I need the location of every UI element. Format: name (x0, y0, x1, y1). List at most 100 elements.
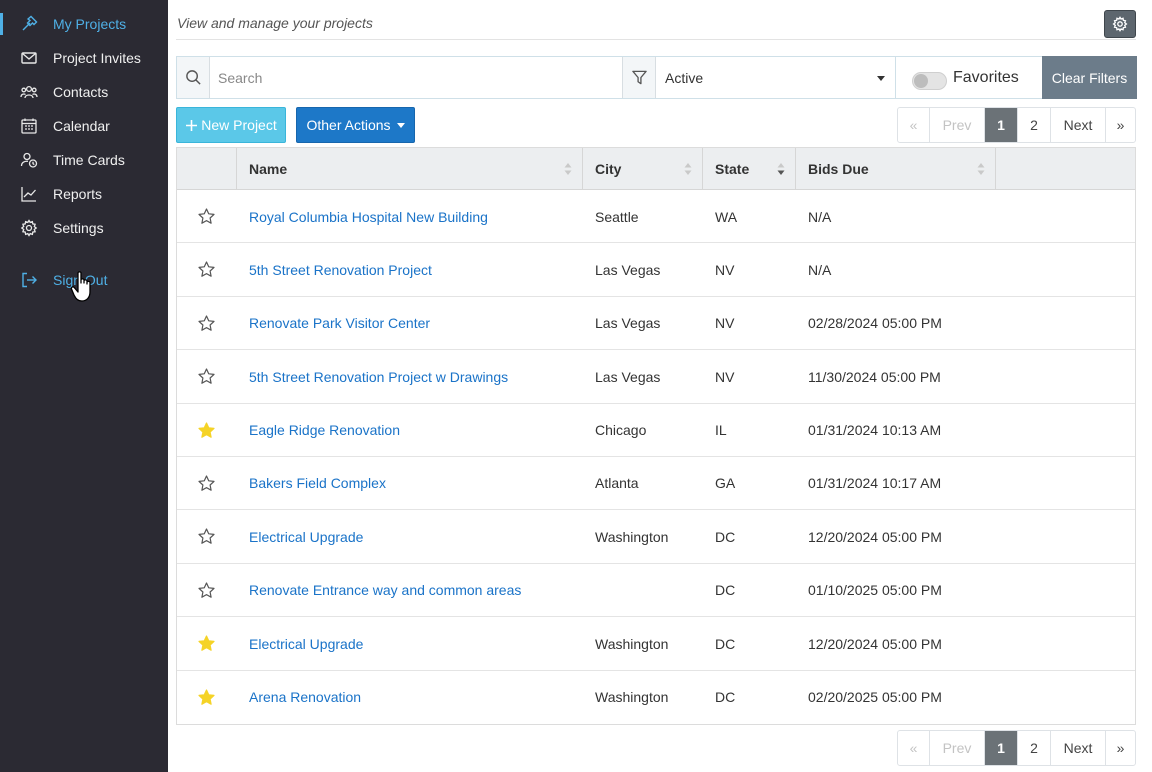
project-name-link[interactable]: Royal Columbia Hospital New Building (249, 190, 488, 243)
sidebar: My Projects Project Invites Contacts Cal… (0, 0, 168, 772)
project-name-link[interactable]: Bakers Field Complex (249, 457, 386, 510)
sidebar-item-contacts[interactable]: Contacts (0, 77, 168, 107)
table-body: Royal Columbia Hospital New Building Seat… (177, 190, 1135, 724)
project-state: DC (715, 528, 736, 545)
star-outline-icon[interactable] (198, 315, 215, 332)
project-state: DC (715, 582, 736, 599)
table-row[interactable]: Eagle Ridge Renovation Chicago IL 01/31/202… (177, 404, 1135, 457)
project-bids-due: 12/20/2024 05:00 PM (808, 635, 942, 652)
project-bids-due: 01/31/2024 10:17 AM (808, 475, 942, 492)
star-outline-icon[interactable] (198, 528, 215, 545)
status-select-value: Active (665, 69, 704, 86)
filter-bar: Active Favorites Clear Filters (176, 56, 1137, 99)
project-name-link[interactable]: Eagle Ridge Renovation (249, 404, 400, 457)
project-name-link[interactable]: Renovate Park Visitor Center (249, 297, 430, 350)
caret-down-icon (396, 122, 405, 128)
filter-icon (631, 70, 647, 85)
star-outline-icon[interactable] (198, 582, 215, 599)
star-outline-icon[interactable] (198, 368, 215, 385)
project-bids-due: 11/30/2024 05:00 PM (808, 368, 941, 385)
table-row[interactable]: Electrical Upgrade Washington DC 12/20/2024… (177, 510, 1135, 564)
search-input[interactable] (210, 57, 622, 98)
page-1-button[interactable]: 1 (985, 731, 1018, 765)
sort-icon (684, 163, 692, 175)
hammer-icon (20, 15, 38, 33)
page-first-button[interactable]: « (898, 108, 930, 142)
column-header-state[interactable]: State (703, 148, 796, 189)
page-1-button[interactable]: 1 (985, 108, 1018, 142)
project-bids-due: 02/28/2024 05:00 PM (808, 315, 942, 332)
table-row[interactable]: 5th Street Renovation Project Las Vegas NV… (177, 243, 1135, 297)
project-state: GA (715, 475, 736, 492)
sidebar-item-reports[interactable]: Reports (0, 179, 168, 209)
sidebar-item-label: Project Invites (53, 50, 141, 66)
sidebar-item-label: Calendar (53, 118, 110, 134)
column-header-city[interactable]: City (583, 148, 703, 189)
column-header-label: Bids Due (808, 160, 869, 177)
favorites-toggle[interactable] (912, 72, 947, 90)
sidebar-item-time-cards[interactable]: Time Cards (0, 145, 168, 175)
page-last-button[interactable]: » (1106, 731, 1135, 765)
project-name-link[interactable]: Renovate Entrance way and common areas (249, 564, 521, 617)
column-header-label: Name (249, 160, 288, 177)
other-actions-button[interactable]: Other Actions (296, 107, 415, 143)
caret-down-icon (877, 76, 885, 81)
star-outline-icon[interactable] (198, 208, 215, 225)
sidebar-item-sign-out[interactable]: Sign Out (0, 265, 168, 295)
page-next-button[interactable]: Next (1051, 731, 1106, 765)
chart-line-icon (20, 185, 38, 203)
project-state: WA (715, 208, 738, 225)
page-2-button[interactable]: 2 (1018, 731, 1051, 765)
sidebar-item-label: Reports (53, 186, 103, 202)
star-filled-icon[interactable] (198, 635, 215, 652)
page-prev-button[interactable]: Prev (930, 108, 985, 142)
page-next-button[interactable]: Next (1051, 108, 1106, 142)
page-first-button[interactable]: « (898, 731, 930, 765)
new-project-button[interactable]: New Project (176, 107, 286, 143)
sidebar-item-my-projects[interactable]: My Projects (0, 9, 168, 39)
project-bids-due: 12/20/2024 05:00 PM (808, 528, 942, 545)
toggle-knob (914, 74, 928, 88)
project-name-link[interactable]: Electrical Upgrade (249, 510, 363, 563)
project-state: IL (715, 422, 727, 439)
table-row[interactable]: 5th Street Renovation Project w Drawings… (177, 350, 1135, 404)
projects-table: Name City State Bids Due Royal Columbia … (176, 147, 1136, 725)
star-outline-icon[interactable] (198, 475, 215, 492)
table-row[interactable]: Royal Columbia Hospital New Building Seat… (177, 190, 1135, 244)
sidebar-item-project-invites[interactable]: Project Invites (0, 43, 168, 73)
project-name-link[interactable]: 5th Street Renovation Project w Drawings (249, 350, 508, 403)
page-2-button[interactable]: 2 (1018, 108, 1051, 142)
table-row[interactable]: Electrical Upgrade Washington DC 12/20/2024… (177, 617, 1135, 671)
status-select[interactable]: Active (656, 57, 896, 98)
search-icon (185, 70, 201, 85)
star-filled-icon[interactable] (198, 688, 215, 706)
table-header: Name City State Bids Due (177, 148, 1135, 190)
project-bids-due: 01/10/2025 05:00 PM (808, 582, 942, 599)
column-header-name[interactable]: Name (237, 148, 583, 189)
project-name-link[interactable]: 5th Street Renovation Project (249, 243, 432, 296)
project-bids-due: 01/31/2024 10:13 AM (808, 422, 942, 439)
table-row[interactable]: Renovate Entrance way and common areas DC… (177, 564, 1135, 618)
column-header-bids-due[interactable]: Bids Due (796, 148, 996, 189)
clear-filters-button[interactable]: Clear Filters (1042, 56, 1137, 99)
table-row[interactable]: Bakers Field Complex Atlanta GA 01/31/2024 … (177, 457, 1135, 511)
settings-button[interactable] (1104, 10, 1136, 38)
gear-icon (20, 219, 38, 237)
page-subtitle: View and manage your projects (177, 15, 373, 31)
project-city: Washington (595, 528, 669, 545)
plus-icon (186, 119, 198, 131)
sidebar-item-label: Sign Out (53, 272, 108, 288)
page-prev-button[interactable]: Prev (930, 731, 985, 765)
sidebar-item-settings[interactable]: Settings (0, 213, 168, 243)
sidebar-item-label: My Projects (53, 16, 127, 32)
column-header-favorite (177, 148, 237, 189)
page-last-button[interactable]: » (1106, 108, 1135, 142)
user-clock-icon (20, 151, 38, 169)
project-name-link[interactable]: Arena Renovation (249, 671, 361, 724)
star-outline-icon[interactable] (198, 261, 215, 278)
sidebar-item-calendar[interactable]: Calendar (0, 111, 168, 141)
table-row[interactable]: Arena Renovation Washington DC 02/20/2025 0… (177, 671, 1135, 724)
project-name-link[interactable]: Electrical Upgrade (249, 617, 363, 670)
star-filled-icon[interactable] (198, 421, 215, 439)
table-row[interactable]: Renovate Park Visitor Center Las Vegas NV 0… (177, 297, 1135, 351)
